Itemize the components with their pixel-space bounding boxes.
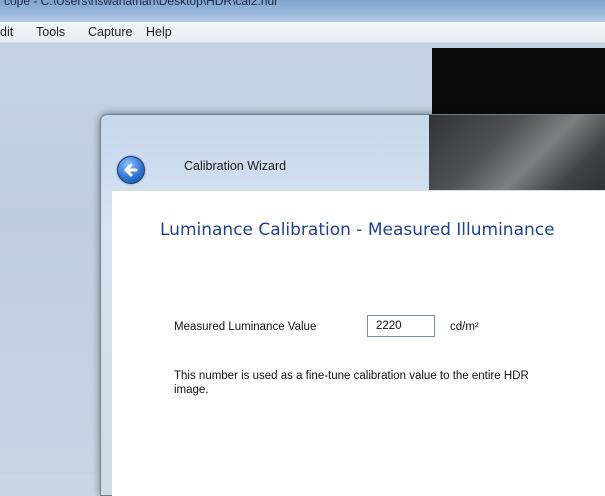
luminance-unit-label: cd/m²	[450, 321, 479, 333]
back-button[interactable]	[117, 156, 145, 184]
measured-luminance-input[interactable]	[367, 315, 435, 337]
dialog-content: Luminance Calibration - Measured Illumin…	[112, 190, 605, 496]
menu-tools[interactable]: Tools	[36, 25, 65, 39]
menu-bar: dit Tools Capture Help	[0, 22, 605, 43]
menu-capture[interactable]: Capture	[88, 25, 132, 39]
page-heading: Luminance Calibration - Measured Illumin…	[160, 220, 555, 240]
measured-luminance-label: Measured Luminance Value	[174, 321, 317, 333]
menu-help[interactable]: Help	[146, 25, 172, 39]
dialog-title: Calibration Wizard	[184, 159, 287, 173]
menu-edit[interactable]: dit	[0, 25, 13, 39]
calibration-wizard-dialog: Calibration Wizard Luminance Calibration…	[100, 114, 605, 496]
app-title-bar: cope - C:\Users\nswanathan\Desktop\HDR\c…	[0, 0, 605, 22]
back-arrow-icon	[124, 163, 138, 177]
dialog-glass-frame	[429, 115, 605, 193]
help-text: This number is used as a fine-tune calib…	[174, 370, 529, 396]
app-title: cope - C:\Users\nswanathan\Desktop\HDR\c…	[4, 0, 279, 8]
